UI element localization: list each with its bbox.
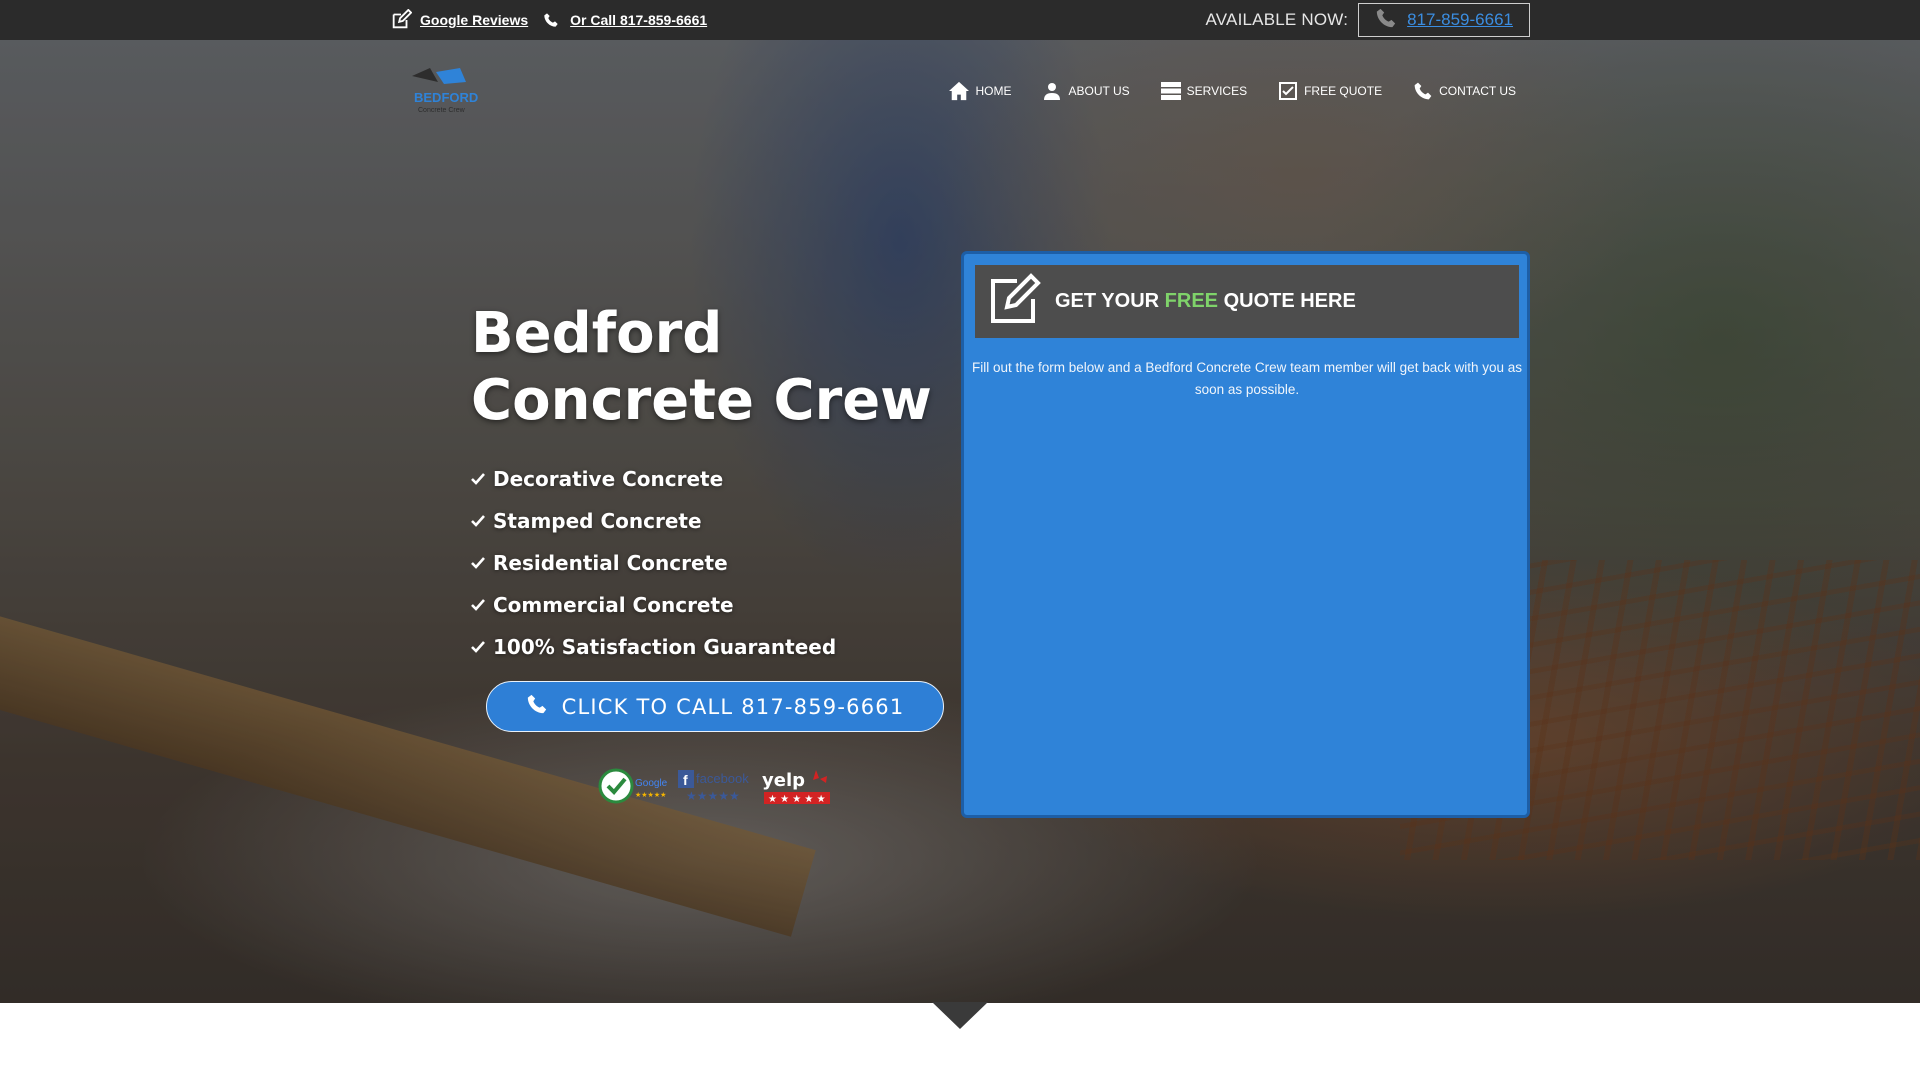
phone-icon [1412,80,1434,102]
hero-title-line1: Bedford [471,301,723,366]
nav-contact-us[interactable]: CONTACT US [1412,80,1516,102]
phone-icon [540,9,562,31]
hero-overlay [0,40,1920,1003]
list-item: Residential Concrete [471,542,836,584]
hero-title-line2: Concrete Crew [471,368,932,433]
feature-label: Decorative Concrete [493,467,724,491]
yelp-badge-text: yelp [762,770,805,791]
user-icon [1041,80,1063,102]
svg-text:★ ★ ★ ★ ★: ★ ★ ★ ★ ★ [768,794,826,805]
google-reviews-label: Google Reviews [420,12,529,28]
call-link[interactable]: Or Call 817-859-6661 [540,9,707,31]
check-icon [471,598,485,612]
main-nav: HOME ABOUT US SERVICES FREE QUOTE CONTAC… [948,80,1516,102]
feature-label: Residential Concrete [493,551,728,575]
svg-text:f: f [683,772,688,788]
nav-about-us[interactable]: ABOUT US [1041,80,1130,102]
facebook-review-badge[interactable]: f facebook ★★★★★ [676,766,756,806]
click-to-call-button[interactable]: CLICK TO CALL 817-859-6661 [486,681,944,732]
quote-title-pre: GET YOUR [1055,290,1160,312]
nav-home-label: HOME [975,84,1012,98]
nav-free-quote-label: FREE QUOTE [1304,84,1383,98]
nav-free-quote[interactable]: FREE QUOTE [1277,80,1382,102]
list-item: Decorative Concrete [471,458,836,500]
logo-text: BEDFORD [414,90,478,105]
topbar-phone-button[interactable]: 817-859-6661 [1358,3,1530,37]
quote-form-description: Fill out the form below and a Bedford Co… [972,360,1522,397]
facebook-badge-text: facebook [696,771,749,786]
svg-text:★★★★★: ★★★★★ [635,791,666,799]
edit-icon [390,9,412,31]
topbar-phone-number: 817-859-6661 [1407,10,1513,29]
phone-icon [526,693,548,720]
feature-label: Commercial Concrete [493,593,734,617]
quote-title-free: FREE [1164,290,1218,312]
available-label: AVAILABLE NOW: [1205,10,1349,29]
check-icon [471,556,485,570]
nav-services-label: SERVICES [1186,84,1248,98]
feature-label: 100% Satisfaction Guaranteed [493,635,837,659]
quote-form-title: GET YOUR FREE QUOTE HERE [1055,290,1356,313]
check-icon [471,514,485,528]
quote-form-panel: GET YOUR FREE QUOTE HERE Fill out the fo… [961,251,1530,818]
topbar-availability: AVAILABLE NOW: 817-859-6661 [1205,0,1530,40]
logo-subtext: Concrete Crew [418,107,466,114]
google-badge-text: Google [635,778,668,789]
phone-icon [1375,7,1397,34]
yelp-review-badge[interactable]: yelp ★ ★ ★ ★ ★ [760,766,834,806]
nav-contact-label: CONTACT US [1439,84,1516,98]
check-icon [471,640,485,654]
list-icon [1160,80,1182,102]
google-reviews-link[interactable]: Google Reviews [390,9,528,31]
nav-services[interactable]: SERVICES [1160,80,1247,102]
hero-section [0,40,1920,1003]
quote-form-header: GET YOUR FREE QUOTE HERE [975,265,1519,338]
list-item: Commercial Concrete [471,584,836,626]
click-to-call-label: CLICK TO CALL 817-859-6661 [561,694,905,719]
topbar-links: Google Reviews Or Call 817-859-6661 [390,0,707,40]
call-link-label: Or Call 817-859-6661 [570,12,708,28]
nav-home[interactable]: HOME [948,80,1011,102]
checkbox-icon [1277,80,1299,102]
hero-title: Bedford Concrete Crew [471,300,971,434]
review-badges: Google ★★★★★ f facebook ★★★★★ yelp ★ ★ ★… [598,766,834,806]
home-icon [948,80,970,102]
check-icon [471,472,485,486]
feature-label: Stamped Concrete [493,509,702,533]
nav-about-label: ABOUT US [1068,84,1130,98]
site-logo[interactable]: BEDFORD Concrete Crew [400,62,480,118]
section-down-arrow [932,1002,988,1029]
feature-list: Decorative Concrete Stamped Concrete Res… [471,458,836,668]
quote-title-post: QUOTE HERE [1223,290,1356,312]
list-item: 100% Satisfaction Guaranteed [471,626,836,668]
edit-icon [987,273,1043,330]
svg-text:★★★★★: ★★★★★ [686,789,740,803]
google-review-badge[interactable]: Google ★★★★★ [598,766,672,806]
list-item: Stamped Concrete [471,500,836,542]
top-bar: Google Reviews Or Call 817-859-6661 AVAI… [0,0,1920,40]
